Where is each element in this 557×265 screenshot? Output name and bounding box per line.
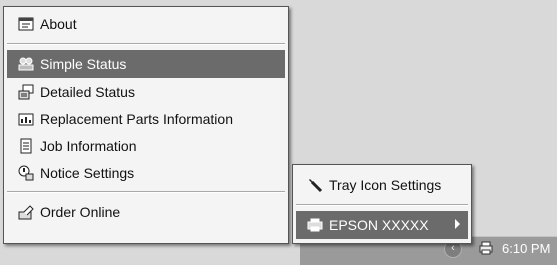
printer-tray-icon[interactable] xyxy=(478,240,494,256)
order-online-icon xyxy=(17,203,35,221)
menu-item-detailed-status[interactable]: Detailed Status xyxy=(7,78,285,105)
menu-item-simple-status[interactable]: Simple Status xyxy=(7,50,285,78)
tray-submenu: Tray Icon Settings EPSON XXXXX xyxy=(292,164,472,244)
parts-icon xyxy=(17,110,35,128)
menu-item-job-information[interactable]: Job Information xyxy=(7,132,285,159)
status-detail-icon xyxy=(17,83,35,101)
about-window-icon xyxy=(17,15,35,33)
status-people-icon xyxy=(17,55,35,73)
menu-item-label: Job Information xyxy=(40,137,137,154)
job-document-icon xyxy=(17,137,35,155)
menu-item-notice-settings[interactable]: Notice Settings xyxy=(7,159,285,186)
menu-item-label: Notice Settings xyxy=(40,164,135,181)
menu-separator xyxy=(7,43,285,45)
menu-separator xyxy=(296,204,468,206)
menu-separator xyxy=(7,191,285,193)
menu-item-replacement-parts[interactable]: Replacement Parts Information xyxy=(7,105,285,132)
submenu-arrow-icon xyxy=(455,219,460,229)
wrench-icon xyxy=(306,176,324,194)
menu-item-label: Replacement Parts Information xyxy=(40,110,233,127)
menu-item-order-online[interactable]: Order Online xyxy=(7,198,285,226)
menu-item-epson-printer[interactable]: EPSON XXXXX xyxy=(296,211,468,239)
menu-item-label: Simple Status xyxy=(40,56,127,72)
printer-icon xyxy=(306,216,324,234)
menu-item-label: EPSON XXXXX xyxy=(329,217,429,233)
notice-icon xyxy=(17,164,35,182)
menu-item-label: Tray Icon Settings xyxy=(329,177,442,193)
menu-item-label: Order Online xyxy=(40,204,121,220)
taskbar-clock: 6:10 PM xyxy=(502,241,551,256)
menu-item-label: Detailed Status xyxy=(40,83,135,100)
printer-icon xyxy=(479,241,493,255)
menu-item-tray-icon-settings[interactable]: Tray Icon Settings xyxy=(296,171,468,199)
menu-item-label: About xyxy=(40,16,77,32)
menu-item-about[interactable]: About xyxy=(7,10,285,38)
epson-context-menu: About Simple Status Detailed Status Repl… xyxy=(3,6,289,244)
